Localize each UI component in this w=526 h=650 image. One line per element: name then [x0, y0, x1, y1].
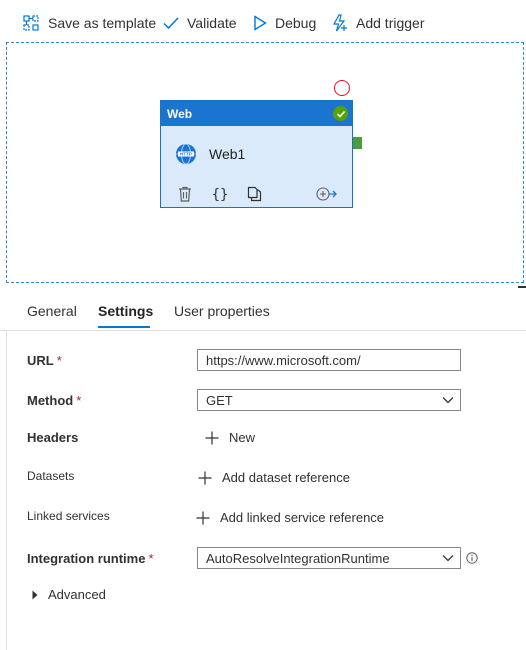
info-icon[interactable]	[466, 551, 478, 569]
web-activity-node[interactable]: Web HTTP Web1 {}	[160, 100, 353, 208]
caret-right-icon	[32, 590, 38, 599]
url-input[interactable]: https://www.microsoft.com/	[197, 349, 461, 371]
add-output-arrow-icon[interactable]	[316, 186, 337, 207]
success-output-handle[interactable]	[353, 137, 362, 149]
new-header-button[interactable]: New	[205, 430, 255, 445]
success-check-icon	[333, 106, 348, 121]
plus-icon	[196, 511, 210, 524]
debug-label: Debug	[275, 15, 317, 31]
new-header-label: New	[229, 430, 256, 445]
tab-user-properties[interactable]: User properties	[174, 303, 270, 319]
lightning-plus-icon	[332, 14, 347, 32]
integration-runtime-label-text: Integration runtime	[27, 551, 146, 566]
advanced-expander[interactable]: Advanced	[32, 587, 106, 602]
activity-type-label: Web	[167, 106, 193, 121]
svg-text:HTTP: HTTP	[180, 152, 192, 157]
plus-icon	[198, 471, 212, 484]
method-label: Method *	[27, 393, 81, 408]
url-required-marker: *	[56, 353, 62, 368]
linked-services-label: Linked services	[27, 509, 110, 523]
add-linked-service-reference-label: Add linked service reference	[220, 510, 385, 525]
debug-button[interactable]: Debug	[253, 12, 316, 34]
validate-label: Validate	[187, 15, 237, 31]
save-as-template-button[interactable]: Save as template	[23, 12, 156, 34]
integration-runtime-label: Integration runtime *	[27, 551, 154, 566]
pipeline-toolbar: Save as template Validate Debug Add trig…	[0, 0, 526, 44]
code-braces-icon[interactable]: {}	[211, 186, 229, 207]
activity-header: Web	[161, 101, 352, 126]
http-globe-icon: HTTP	[176, 143, 196, 165]
play-icon	[254, 15, 267, 31]
headers-label: Headers	[27, 430, 79, 445]
add-dataset-reference-button[interactable]: Add dataset reference	[198, 470, 350, 485]
method-select[interactable]: GET	[197, 389, 461, 411]
template-icon	[23, 15, 39, 31]
active-tab-indicator	[98, 326, 150, 328]
datasets-label: Datasets	[27, 469, 75, 483]
advanced-label: Advanced	[48, 587, 106, 602]
properties-tabs: General Settings User properties	[0, 290, 526, 331]
save-as-template-label: Save as template	[48, 15, 157, 31]
add-trigger-label: Add trigger	[356, 15, 425, 31]
add-linked-service-reference-button[interactable]: Add linked service reference	[196, 510, 384, 525]
svg-text:{}: {}	[212, 187, 229, 202]
failure-output-handle[interactable]	[334, 80, 350, 96]
chevron-down-icon	[442, 555, 454, 562]
panel-resize-handle[interactable]	[518, 286, 526, 288]
integration-runtime-required-marker: *	[148, 551, 154, 566]
delete-icon[interactable]	[178, 186, 192, 207]
validate-button[interactable]: Validate	[163, 12, 237, 34]
method-label-text: Method	[27, 393, 74, 408]
integration-runtime-select[interactable]: AutoResolveIntegrationRuntime	[197, 547, 461, 569]
tab-general[interactable]: General	[27, 303, 77, 319]
method-required-marker: *	[76, 393, 82, 408]
checkmark-icon	[163, 17, 179, 30]
url-label: URL *	[27, 353, 62, 368]
tab-settings[interactable]: Settings	[98, 303, 153, 319]
activity-name: Web1	[209, 146, 246, 162]
add-dataset-reference-label: Add dataset reference	[222, 470, 350, 485]
plus-icon	[205, 431, 219, 444]
copy-icon[interactable]	[247, 186, 262, 207]
panel-left-border	[6, 330, 7, 650]
integration-runtime-value: AutoResolveIntegrationRuntime	[206, 550, 390, 566]
activity-actions: {}	[177, 186, 347, 206]
chevron-down-icon	[442, 397, 454, 404]
add-trigger-button[interactable]: Add trigger	[332, 12, 424, 34]
method-value: GET	[206, 392, 233, 408]
url-label-text: URL	[27, 353, 54, 368]
